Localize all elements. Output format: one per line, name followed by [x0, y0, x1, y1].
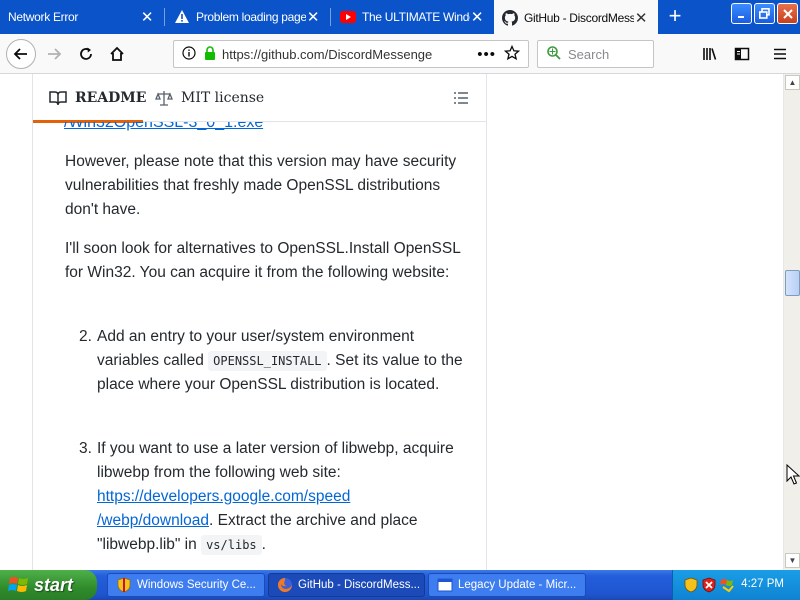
inline-code: OPENSSL_INSTALL	[208, 351, 327, 371]
taskbar-item-legacy-update[interactable]: Legacy Update - Micr...	[428, 573, 586, 597]
navigation-toolbar: https://github.com/DiscordMessenge ••• S…	[0, 34, 800, 74]
github-icon	[502, 10, 518, 26]
url-text[interactable]: https://github.com/DiscordMessenge	[222, 47, 469, 62]
list-item-number: 2.	[79, 328, 92, 345]
search-input[interactable]: Search	[537, 40, 654, 68]
url-bar[interactable]: https://github.com/DiscordMessenge •••	[173, 40, 529, 68]
close-icon[interactable]: ✕	[306, 9, 320, 26]
restore-button[interactable]	[754, 3, 775, 24]
inline-code: vs/libs	[201, 535, 262, 555]
shield-icon	[117, 577, 131, 593]
search-placeholder: Search	[568, 46, 610, 62]
taskbar-item-label: Windows Security Ce...	[137, 579, 256, 591]
tab-title: Network Error	[8, 10, 79, 24]
table-of-contents-icon[interactable]	[453, 90, 469, 111]
page-content: README MIT license /Win32OpenSSL-3_0_1.e…	[0, 74, 783, 570]
youtube-icon	[340, 9, 356, 25]
taskbar-item-label: Legacy Update - Micr...	[458, 579, 577, 591]
taskbar: start Windows Security Ce... GitHub - Di…	[0, 570, 800, 600]
sidebar-icon	[734, 47, 750, 61]
back-arrow-icon	[13, 48, 27, 60]
list-item-number: 3.	[79, 440, 92, 457]
window-icon	[437, 578, 453, 592]
page-actions-icon[interactable]: •••	[477, 46, 496, 63]
system-tray: 4:27 PM	[672, 570, 800, 600]
readme-paragraph: I'll soon look for alternatives to OpenS…	[65, 240, 461, 281]
warning-icon	[174, 9, 190, 25]
scroll-up-button[interactable]: ▲	[785, 75, 800, 90]
tab-problem-loading[interactable]: Problem loading page ✕	[166, 0, 330, 34]
home-button[interactable]	[103, 40, 131, 68]
menu-button[interactable]	[766, 40, 794, 68]
mouse-cursor-icon	[786, 464, 800, 485]
start-label: start	[34, 574, 74, 595]
hamburger-menu-icon	[774, 48, 786, 60]
close-icon[interactable]: ✕	[140, 9, 154, 26]
tab-title: GitHub - DiscordMesse	[524, 11, 634, 25]
library-icon	[703, 48, 717, 60]
tab-strip: Network Error ✕ Problem loading page ✕ T…	[0, 0, 800, 36]
list-item: Add an entry to your user/system environ…	[97, 325, 467, 397]
new-tab-button[interactable]: +	[662, 4, 688, 30]
link-text: /webp/download	[97, 512, 210, 529]
forward-button[interactable]	[40, 40, 68, 68]
scrollbar-thumb[interactable]	[785, 270, 800, 296]
home-icon	[110, 46, 124, 61]
start-button[interactable]: start	[0, 570, 97, 600]
close-icon[interactable]: ✕	[634, 10, 648, 27]
security-shield-icon[interactable]	[683, 577, 699, 593]
list-item: If you want to use a later version of li…	[97, 437, 467, 557]
tab-separator	[164, 8, 165, 26]
taskbar-item-security-center[interactable]: Windows Security Ce...	[107, 573, 265, 597]
taskbar-item-firefox[interactable]: GitHub - DiscordMess...	[268, 573, 425, 597]
license-tab-label: MIT license	[181, 90, 265, 106]
link-text: https://developers.google.com/speed	[97, 488, 351, 505]
minimize-button[interactable]	[731, 3, 752, 24]
list-item-text: .	[261, 536, 266, 553]
tab-title: Problem loading page	[196, 10, 306, 24]
bookmark-star-icon[interactable]	[503, 44, 521, 64]
windows-logo-icon	[8, 577, 28, 592]
readme-tab-label: README	[75, 90, 147, 106]
lock-icon[interactable]	[204, 45, 216, 63]
tab-youtube[interactable]: The ULTIMATE Windo ✕	[332, 0, 494, 34]
taskbar-item-label: GitHub - DiscordMess...	[298, 579, 421, 591]
scroll-down-button[interactable]: ▼	[785, 553, 800, 568]
info-icon[interactable]	[182, 45, 196, 63]
book-icon	[49, 91, 67, 106]
law-scale-icon	[155, 91, 173, 106]
readme-header: README MIT license	[33, 74, 486, 123]
close-window-button[interactable]	[777, 3, 798, 24]
close-icon	[782, 8, 793, 19]
reload-button[interactable]	[72, 40, 100, 68]
list-item-text: If you want to use a later version of li…	[97, 440, 454, 481]
clock: 4:27 PM	[741, 578, 784, 590]
firefox-icon	[278, 578, 292, 592]
tab-separator	[330, 8, 331, 26]
tab-network-error[interactable]: Network Error ✕	[0, 0, 164, 34]
tab-readme[interactable]: README	[49, 90, 146, 106]
minimize-icon	[737, 15, 744, 18]
vertical-scrollbar[interactable]: ▲ ▼	[783, 74, 800, 570]
update-icon[interactable]	[719, 577, 735, 593]
library-button[interactable]	[696, 40, 724, 68]
forward-arrow-icon	[48, 48, 62, 60]
tab-github[interactable]: GitHub - DiscordMesse ✕	[494, 0, 658, 36]
close-icon[interactable]: ✕	[470, 9, 484, 26]
security-alert-icon[interactable]	[701, 577, 717, 593]
search-icon	[546, 45, 562, 64]
tab-license[interactable]: MIT license	[155, 90, 264, 106]
back-button[interactable]	[6, 39, 36, 69]
restore-icon	[759, 8, 770, 19]
sidebar-button[interactable]	[728, 40, 756, 68]
reload-icon	[80, 47, 92, 60]
tab-title: The ULTIMATE Windo	[362, 10, 470, 24]
readme-paragraph: However, please note that this version m…	[65, 153, 457, 218]
